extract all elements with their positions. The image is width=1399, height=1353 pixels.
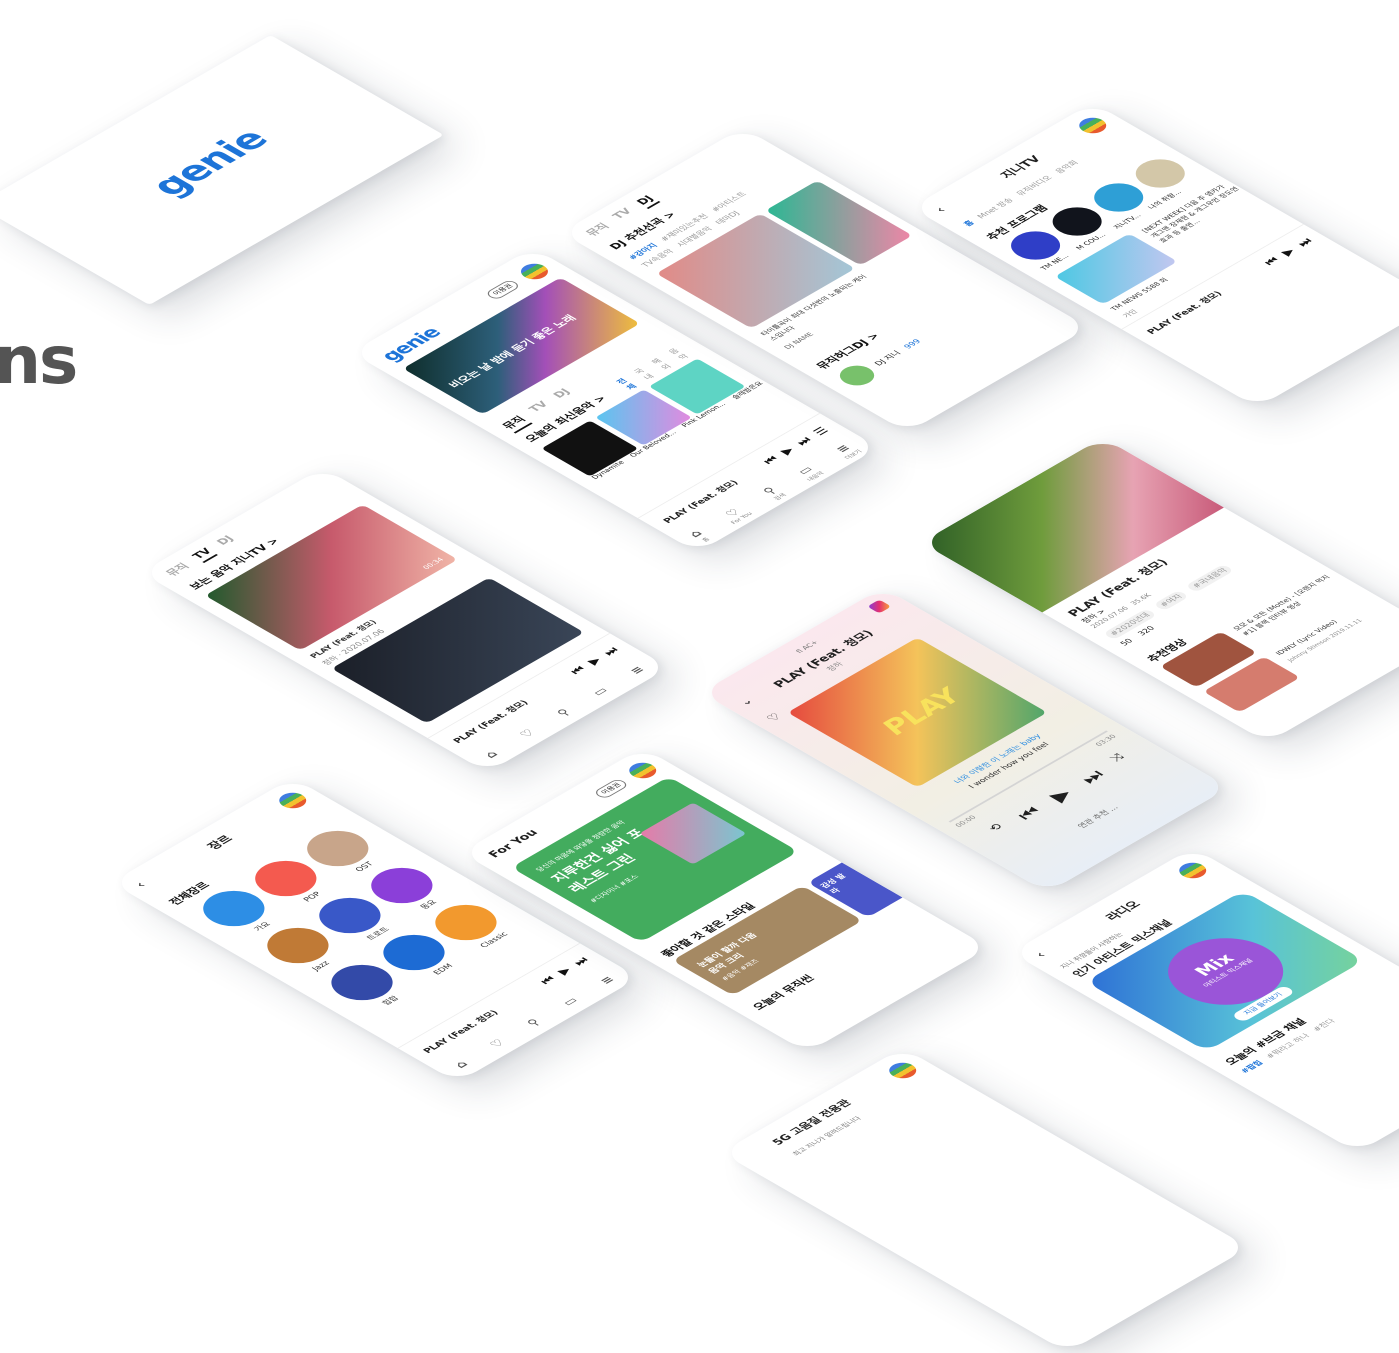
prev-icon[interactable]: ⏮ (1260, 255, 1282, 268)
chip[interactable]: 홈 (961, 219, 977, 228)
genie-logo: genie (140, 123, 278, 202)
splash-screen: genie (0, 35, 444, 305)
mix-badge: Mix 아티스트 믹스채널 (1144, 924, 1308, 1019)
nav-for-you[interactable]: ♡ For You (717, 504, 754, 526)
genre-label: 힙합 (380, 994, 401, 1007)
tag[interactable]: #여자 (1152, 589, 1190, 612)
folder-icon: ▭ (558, 995, 581, 1008)
shuffle-icon[interactable]: ⤨ (1106, 751, 1135, 768)
app-showcase: genie genie 이용권 비오는 날 밤에 듣기 좋은 노래 뮤직 TV … (0, 0, 1399, 1353)
next-icon[interactable]: ⏭ (1293, 236, 1315, 249)
heart-icon: ♡ (516, 727, 538, 740)
genie-orb-icon[interactable] (883, 1059, 922, 1082)
prev-icon[interactable]: ⏮ (1011, 803, 1047, 824)
nav-home[interactable]: ⌂ 홈 (685, 528, 712, 544)
next-icon[interactable]: ⏭ (1074, 766, 1110, 787)
nav-menu[interactable]: ≡ (597, 974, 618, 986)
nav-menu[interactable]: ≡ 더보기 (829, 441, 863, 460)
dj2-name: DJ 지니 (872, 349, 903, 367)
playlist-icon[interactable]: ☰ (810, 425, 832, 438)
play-icon[interactable]: ▶ (777, 445, 798, 457)
genie-orb-icon[interactable] (623, 759, 662, 782)
tab-dj[interactable]: DJ (214, 534, 240, 549)
nav-library[interactable]: ▭ (559, 995, 581, 1008)
prev-icon[interactable]: ⏮ (537, 974, 559, 987)
tag[interactable]: #국내음악 (1185, 563, 1235, 593)
album-art-text: PLAY (874, 683, 970, 740)
pass-badge[interactable]: 이용권 (592, 777, 631, 800)
hires-screen: 5G 고음질 전용관 최고 지니가 알려드립니다 (720, 1047, 1250, 1353)
genre-label: 동요 (418, 898, 439, 911)
repeat-icon[interactable]: ⟲ (985, 821, 1014, 838)
screen-title: 라디오 (1102, 898, 1144, 923)
nav-menu[interactable]: ≡ (627, 664, 648, 676)
genie-orb-icon[interactable] (1173, 859, 1212, 882)
play-icon[interactable]: ▶ (584, 655, 605, 667)
genre-label: Jazz (310, 959, 332, 972)
genre-label: 가요 (252, 920, 273, 933)
nav-home[interactable]: ⌂ (481, 749, 501, 760)
play-icon[interactable]: ▶ (1043, 785, 1077, 805)
chip[interactable]: 음악회 (1052, 159, 1081, 176)
screen-title: 장르 (204, 833, 236, 852)
now-playing-title: PLAY (Feat. 청모) (1145, 289, 1225, 336)
nav-library[interactable]: ▭ (589, 685, 611, 698)
play-icon[interactable]: ▶ (554, 965, 575, 977)
heart-icon[interactable]: ♡ (763, 711, 784, 723)
genie-orb-icon[interactable] (1073, 114, 1112, 137)
related-hint[interactable]: 연관 추천 ... (1075, 803, 1121, 830)
nav-search[interactable]: ⚲ (554, 707, 574, 718)
search-icon: ⚲ (553, 706, 574, 719)
tab-dj[interactable]: DJ (633, 193, 661, 209)
back-icon[interactable]: ‹ (932, 205, 951, 216)
menu-icon: ≡ (596, 974, 618, 987)
search-icon: ⚲ (523, 1016, 544, 1029)
nav-search[interactable]: ⚲ (524, 1017, 544, 1028)
genie-orb-icon[interactable] (273, 789, 312, 812)
video-duration: 00:34 (421, 556, 446, 571)
home-icon: ⌂ (481, 748, 501, 760)
nav-for-you[interactable]: ♡ (516, 727, 537, 739)
instagram-icon[interactable] (867, 599, 892, 614)
play-icon[interactable]: ▶ (1278, 246, 1299, 258)
back-icon[interactable]: ‹ (1032, 950, 1051, 961)
prev-icon[interactable]: ⏮ (567, 664, 589, 677)
comment-count[interactable]: 50 (1118, 637, 1135, 647)
chevron-down-icon[interactable]: ⌄ (736, 695, 757, 707)
next-icon[interactable]: ⏭ (600, 645, 622, 658)
pass-badge[interactable]: 이용권 (484, 278, 522, 301)
dj2-count: 999 (901, 337, 923, 350)
menu-icon: ≡ (626, 664, 648, 677)
back-icon[interactable]: ‹ (132, 880, 151, 891)
next-icon[interactable]: ⏭ (570, 955, 592, 968)
nav-library[interactable]: ▭ 내음악 (791, 462, 826, 482)
next-icon[interactable]: ⏭ (792, 435, 814, 448)
home-icon: ⌂ (451, 1058, 471, 1070)
nav-search[interactable]: ⚲ 검색 (758, 484, 788, 501)
player-controls: ⏮ ▶ ⏭ (1260, 236, 1315, 268)
nav-home[interactable]: ⌂ (451, 1059, 471, 1070)
tv-screen: 뮤직 TV DJ 보는 음악 지니TV > 00:34 PLAY (Feat. … (140, 467, 670, 773)
folder-icon: ▭ (588, 685, 611, 698)
heart-icon: ♡ (486, 1037, 508, 1050)
prev-icon[interactable]: ⏮ (760, 454, 782, 467)
genie-orb-icon[interactable] (515, 260, 554, 283)
hero-artwork (639, 802, 747, 865)
nav-for-you[interactable]: ♡ (486, 1037, 507, 1049)
radio-screen: ‹ 라디오 지니 취향들이 사랑하는 인기 아티스트 믹스채널 Mix 아티스트… (1010, 847, 1399, 1153)
